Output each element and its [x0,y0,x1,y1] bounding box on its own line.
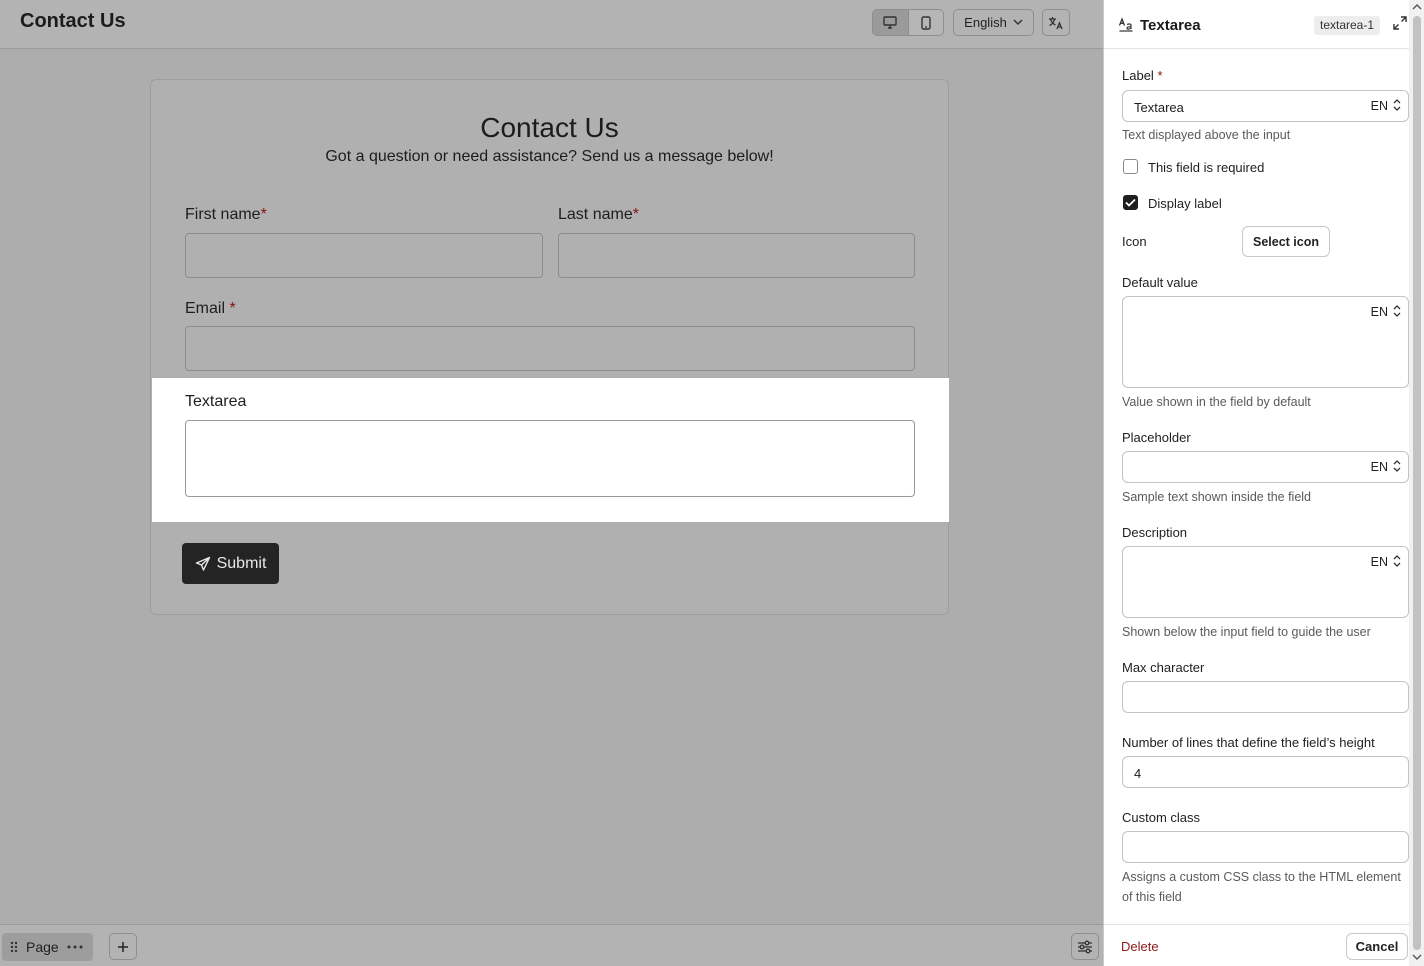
panel-scrollbar[interactable] [1409,0,1424,966]
sliders-icon [1078,940,1092,953]
translate-icon [1049,16,1063,29]
last-name-label-text: Last name [558,206,633,223]
top-bar: Contact Us English [0,0,1103,49]
email-label: Email * [185,300,236,318]
default-value-help-text: Value shown in the field by default [1122,395,1311,409]
form-subheading: Got a question or need assistance? Send … [325,148,774,165]
scrollbar-thumb[interactable] [1413,16,1421,950]
required-checkbox-label: This field is required [1148,160,1265,175]
lines-label: Number of lines that define the field’s … [1122,735,1375,750]
desktop-view-button[interactable] [873,10,908,35]
drag-handle-icon[interactable] [10,941,18,953]
label-lang-select[interactable]: EN [1371,99,1388,113]
field-settings-panel: Textarea textarea-1 Label * Textarea EN … [1103,0,1424,966]
max-character-label: Max character [1122,660,1205,675]
label-help-text: Text displayed above the input [1122,128,1291,142]
form-heading: Contact Us [480,112,619,143]
default-value-input[interactable]: EN [1122,296,1409,388]
sort-chevrons-icon [1393,305,1401,317]
sort-chevrons-icon [1393,460,1401,472]
mobile-icon [921,15,931,30]
cancel-button[interactable]: Cancel [1346,933,1408,960]
plus-icon [118,941,128,952]
text-field-icon [1118,17,1133,32]
first-name-label: First name* [185,206,267,224]
placeholder-lang-select[interactable]: EN [1371,460,1388,474]
lines-input[interactable]: 4 [1122,756,1409,788]
check-icon [1125,198,1136,207]
first-name-label-text: First name [185,206,261,223]
custom-class-help-line-1: Assigns a custom CSS class to the HTML e… [1122,870,1401,884]
description-input[interactable]: EN [1122,546,1409,618]
expand-icon[interactable] [1393,16,1407,30]
email-label-text: Email [185,300,226,317]
chevron-down-icon [1013,19,1023,26]
form-card: Contact Us Got a question or need assist… [150,79,949,615]
sort-chevrons-icon [1393,555,1401,567]
sort-chevrons-icon [1393,99,1401,111]
label-field-label: Label * [1122,68,1163,83]
settings-button[interactable] [1071,933,1099,960]
display-label-checkbox[interactable] [1123,195,1138,210]
last-name-input[interactable] [558,233,915,278]
textarea-input[interactable] [185,420,915,497]
bottom-bar: Page [0,924,1103,966]
submit-button[interactable]: Submit [182,543,279,584]
mobile-view-button[interactable] [907,10,943,35]
label-input-value: Textarea [1134,100,1184,115]
translate-button[interactable] [1042,9,1070,36]
required-mark: * [229,300,236,317]
language-select[interactable]: English [953,9,1034,36]
textarea-label: Textarea [185,393,247,410]
lines-input-value: 4 [1134,766,1142,781]
placeholder-input[interactable]: EN [1122,451,1409,483]
required-mark: * [260,206,267,223]
description-help-text: Shown below the input field to guide the… [1122,625,1371,639]
panel-header: Textarea textarea-1 [1104,0,1424,49]
field-id-badge: textarea-1 [1314,16,1381,35]
default-value-label: Default value [1122,275,1198,290]
custom-class-help-line-2: of this field [1122,890,1182,904]
send-icon [195,556,210,571]
display-label-checkbox-label: Display label [1148,196,1222,211]
description-label: Description [1122,525,1188,540]
page-tab-label: Page [26,939,59,955]
more-icon[interactable] [67,945,83,949]
placeholder-help-text: Sample text shown inside the field [1122,490,1311,504]
desktop-icon [883,16,898,29]
required-mark: * [632,206,639,223]
description-lang-select[interactable]: EN [1371,555,1388,569]
submit-button-label: Submit [216,554,267,572]
max-character-input[interactable] [1122,681,1409,713]
selected-textarea-block[interactable]: Textarea [152,378,949,522]
language-select-value: English [964,15,1007,30]
custom-class-input[interactable] [1122,831,1409,863]
label-field-label-text: Label [1122,68,1154,83]
default-value-lang-select[interactable]: EN [1371,305,1388,319]
add-page-button[interactable] [109,933,137,960]
page-title: Contact Us [20,10,126,32]
label-input[interactable]: Textarea EN [1122,90,1409,122]
required-mark: * [1157,68,1163,83]
last-name-label: Last name* [558,206,639,224]
custom-class-label: Custom class [1122,810,1201,825]
email-input[interactable] [185,326,915,371]
panel-title: Textarea [1140,17,1201,34]
placeholder-label: Placeholder [1122,430,1191,445]
delete-button[interactable]: Delete [1121,939,1159,954]
device-toggle [872,9,944,36]
page-tab[interactable]: Page [2,933,93,961]
scroll-down-icon[interactable] [1412,953,1422,961]
icon-label: Icon [1122,234,1147,249]
select-icon-button[interactable]: Select icon [1242,226,1330,257]
required-checkbox[interactable] [1123,159,1138,174]
scroll-up-icon[interactable] [1412,3,1422,11]
first-name-input[interactable] [185,233,543,278]
panel-footer: Delete Cancel [1104,924,1424,966]
